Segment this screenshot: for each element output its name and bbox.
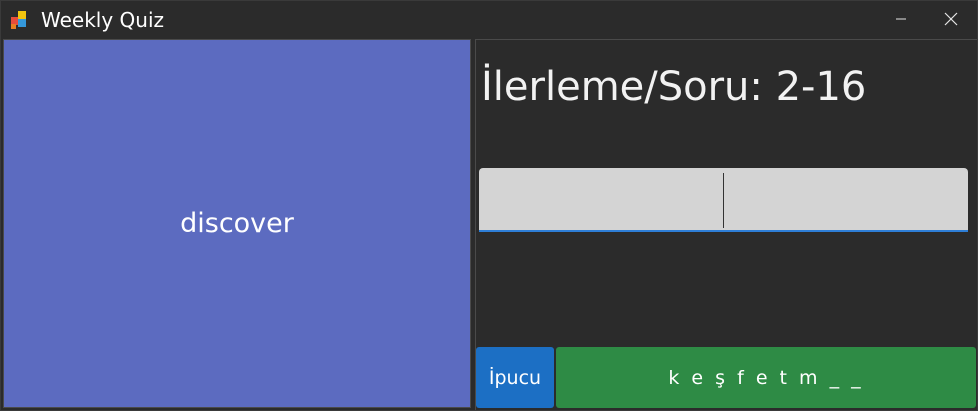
answer-pattern-display: k e ş f e t m _ _ bbox=[556, 347, 976, 408]
text-caret bbox=[723, 173, 724, 228]
close-icon bbox=[944, 12, 958, 26]
word-label: discover bbox=[180, 208, 294, 239]
hint-button[interactable]: İpucu bbox=[476, 347, 554, 408]
window-title: Weekly Quiz bbox=[41, 8, 165, 32]
minimize-button[interactable] bbox=[877, 1, 925, 37]
app-window: Weekly Quiz discover İlerleme/Soru: 2-16… bbox=[0, 0, 978, 411]
title-bar[interactable]: Weekly Quiz bbox=[1, 1, 977, 37]
minimize-icon bbox=[896, 18, 906, 20]
progress-label: İlerleme/Soru: 2-16 bbox=[481, 64, 867, 110]
close-button[interactable] bbox=[927, 1, 975, 37]
app-grid-icon bbox=[11, 11, 26, 29]
word-card: discover bbox=[3, 39, 471, 408]
